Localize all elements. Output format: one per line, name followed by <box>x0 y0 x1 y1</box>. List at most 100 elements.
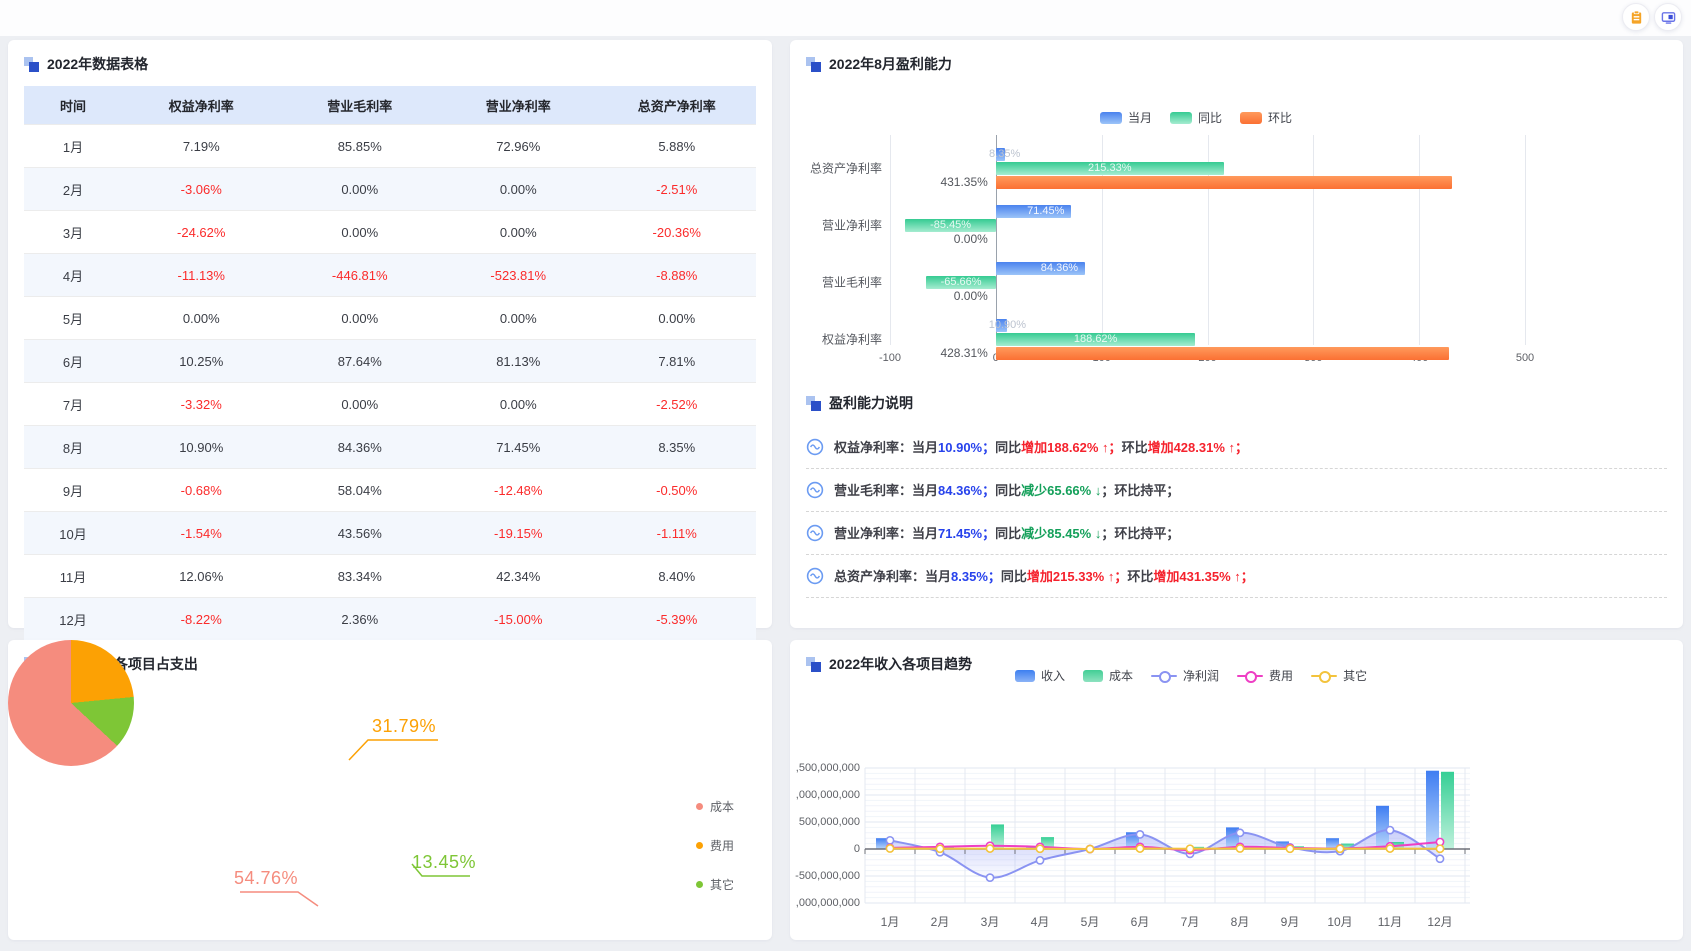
table-cell: -3.32% <box>122 383 281 426</box>
note-segment: 总资产净利率：当月 <box>834 569 951 584</box>
pie-legend-item[interactable]: 其它 <box>696 876 734 893</box>
legend-dot <box>696 881 703 888</box>
point-其它[interactable] <box>1186 845 1193 852</box>
clipboard-icon <box>1629 10 1644 25</box>
point-净利润[interactable] <box>986 874 993 881</box>
note-segment: 增加188.62% ↑； <box>1021 440 1121 455</box>
point-净利润[interactable] <box>1236 829 1243 836</box>
point-其它[interactable] <box>1086 845 1093 852</box>
column-header: 营业净利率 <box>439 86 598 125</box>
donut-percent-label: 13.45% <box>412 852 476 873</box>
note-segment: 增加431.35% ↑； <box>1153 569 1253 584</box>
point-其它[interactable] <box>1436 845 1443 852</box>
table-row: 1月7.19%85.85%72.96%5.88% <box>24 125 756 168</box>
table-cell: -12.48% <box>439 469 598 512</box>
column-header: 营业毛利率 <box>281 86 440 125</box>
table-cell: 5月 <box>24 297 122 340</box>
pie-legend-item[interactable]: 成本 <box>696 798 734 815</box>
note-segment: 同比 <box>995 526 1021 541</box>
panel-profitability: 2022年8月盈利能力 当月同比环比 -1000100200300400500总… <box>790 40 1683 628</box>
point-净利润[interactable] <box>1436 855 1443 862</box>
table-cell: 11月 <box>24 555 122 598</box>
note-segment: ；环比持平； <box>1101 483 1179 498</box>
table-cell: 58.04% <box>281 469 440 512</box>
table-row: 4月-11.13%-446.81%-523.81%-8.88% <box>24 254 756 297</box>
table-cell: -20.36% <box>598 211 757 254</box>
point-其它[interactable] <box>1386 845 1393 852</box>
trend-circle-icon <box>806 524 824 542</box>
point-净利润[interactable] <box>1136 831 1143 838</box>
bar-value-label: 0.00% <box>898 233 988 246</box>
legend-label: 其它 <box>710 876 734 893</box>
point-净利润[interactable] <box>1386 827 1393 834</box>
table-cell: 72.96% <box>439 125 598 168</box>
note-segment: 同比 <box>995 440 1021 455</box>
table-cell: 3月 <box>24 211 122 254</box>
gridline <box>1525 135 1526 345</box>
note-item: 总资产净利率：当月8.35%；同比增加215.33% ↑；环比增加431.35%… <box>806 555 1667 598</box>
point-其它[interactable] <box>1236 845 1243 852</box>
y-tick-label: -500,000,000 <box>790 870 860 882</box>
note-section-title: 盈利能力说明 <box>806 393 913 413</box>
note-item: 权益净利率：当月10.90%；同比增加188.62% ↑；环比增加428.31%… <box>806 426 1667 469</box>
legend-dot <box>696 803 703 810</box>
point-其它[interactable] <box>936 845 943 852</box>
clipboard-button[interactable] <box>1622 3 1650 31</box>
x-axis-label: 10月 <box>1327 913 1352 930</box>
table-row: 12月-8.22%2.36%-15.00%-5.39% <box>24 598 756 641</box>
bar-value-label: 84.36% <box>996 262 1078 275</box>
note-segment: 减少85.45% ↓ <box>1021 526 1101 541</box>
table-cell: 71.45% <box>439 426 598 469</box>
table-cell: 43.56% <box>281 512 440 555</box>
table-cell: -1.11% <box>598 512 757 555</box>
bar-环比[interactable] <box>996 176 1453 189</box>
note-segment: 减少65.66% ↓ <box>1021 483 1101 498</box>
point-其它[interactable] <box>1136 845 1143 852</box>
note-segment: ；环比持平； <box>1101 526 1179 541</box>
table-cell: -2.51% <box>598 168 757 211</box>
bar-value-label: 215.33% <box>996 162 1224 175</box>
point-净利润[interactable] <box>886 837 893 844</box>
note-segment: 增加428.31% ↑； <box>1148 440 1248 455</box>
column-header: 权益净利率 <box>122 86 281 125</box>
donut-ring[interactable] <box>8 640 134 766</box>
table-cell: 12月 <box>24 598 122 641</box>
panel-title: 2022年数据表格 <box>24 54 148 74</box>
monitor-button[interactable] <box>1654 3 1682 31</box>
x-tick-label: 500 <box>1516 352 1534 364</box>
bar-环比[interactable] <box>996 347 1449 360</box>
table-cell: 4月 <box>24 254 122 297</box>
table-cell: 0.00% <box>439 211 598 254</box>
legend-label: 费用 <box>710 837 734 854</box>
point-其它[interactable] <box>886 845 893 852</box>
point-其它[interactable] <box>1286 845 1293 852</box>
table-cell: -446.81% <box>281 254 440 297</box>
table-row: 3月-24.62%0.00%0.00%-20.36% <box>24 211 756 254</box>
profitability-bar-chart: -1000100200300400500总资产净利率8.35%215.33%43… <box>790 40 1683 380</box>
table-cell: 9月 <box>24 469 122 512</box>
bar-收入[interactable] <box>1426 771 1439 849</box>
pie-legend-item[interactable]: 费用 <box>696 837 734 854</box>
table-cell: -8.88% <box>598 254 757 297</box>
table-cell: 83.34% <box>281 555 440 598</box>
table-row: 8月10.90%84.36%71.45%8.35% <box>24 426 756 469</box>
note-segment: 权益净利率：当月 <box>834 440 938 455</box>
note-text: 权益净利率：当月10.90%；同比增加188.62% ↑；环比增加428.31%… <box>834 437 1248 456</box>
table-cell: 2.36% <box>281 598 440 641</box>
point-净利润[interactable] <box>1036 857 1043 864</box>
bar-value-label: -65.66% <box>926 276 995 289</box>
table-cell: 42.34% <box>439 555 598 598</box>
table-cell: -523.81% <box>439 254 598 297</box>
bar-成本[interactable] <box>1441 772 1454 849</box>
revenue-trend-chart: ,500,000,000,000,000,000500,000,0000-500… <box>790 640 1683 940</box>
section-title-text: 盈利能力说明 <box>829 393 913 413</box>
point-其它[interactable] <box>986 845 993 852</box>
table-cell: -3.06% <box>122 168 281 211</box>
donut-percent-label: 54.76% <box>234 868 298 889</box>
table-cell: 0.00% <box>122 297 281 340</box>
point-其它[interactable] <box>1336 845 1343 852</box>
point-其它[interactable] <box>1036 845 1043 852</box>
x-axis-label: 2月 <box>931 913 950 930</box>
gridline <box>1419 135 1420 345</box>
table-cell: 0.00% <box>439 297 598 340</box>
